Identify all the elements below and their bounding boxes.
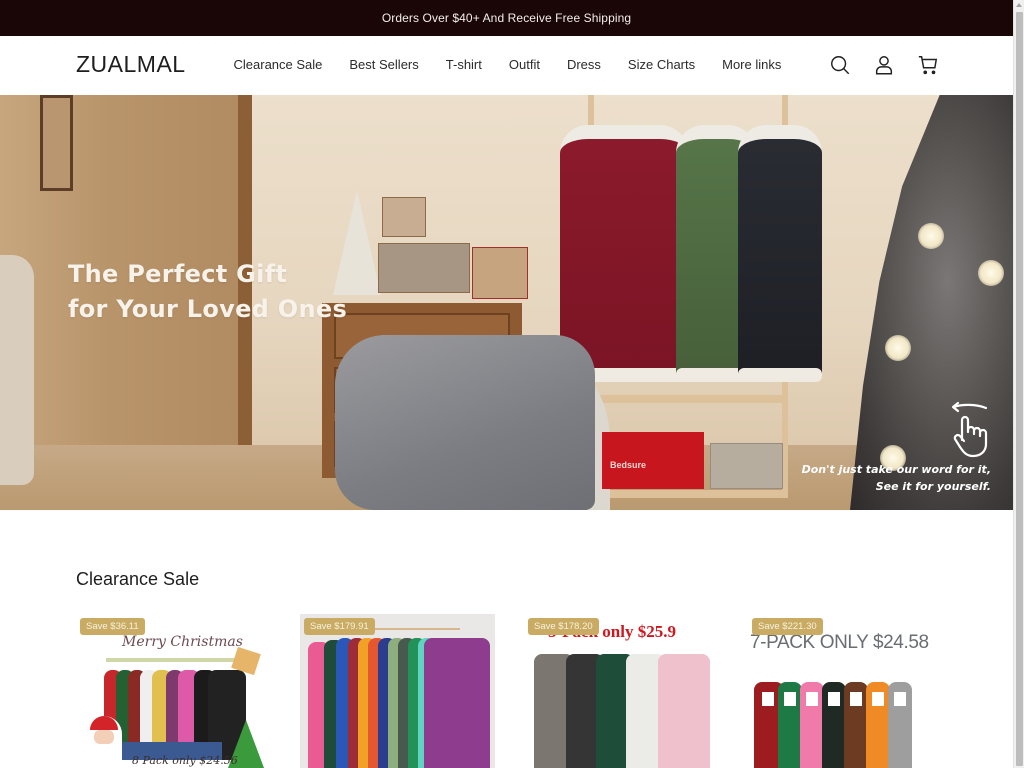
search-icon: [831, 56, 850, 75]
nav-best-sellers[interactable]: Best Sellers: [336, 57, 432, 72]
logo[interactable]: ZUALMAL: [76, 51, 186, 78]
save-badge: Save $221.30: [752, 618, 823, 635]
black-hoodie-blanket: [738, 125, 822, 382]
picture-frame: [40, 95, 73, 191]
announcement-bar: Orders Over $40+ And Receive Free Shippi…: [0, 0, 1013, 36]
nav-outfit[interactable]: Outfit: [495, 57, 553, 72]
red-hoodie-blanket: [560, 125, 688, 382]
account-button[interactable]: [872, 53, 896, 77]
gray-gift-box: [710, 443, 783, 489]
hero-caption: Don't just take our word for it, See it …: [802, 461, 991, 495]
scroll-up-arrow[interactable]: [1016, 3, 1022, 7]
product-card[interactable]: Merry Christmas 8 Pack only $24.56 Save …: [76, 612, 271, 768]
nav-t-shirt[interactable]: T-shirt: [432, 57, 495, 72]
red-gift-box: Bedsure: [602, 432, 704, 489]
nav-more-links[interactable]: More links: [709, 57, 795, 72]
garland: [106, 658, 246, 662]
product-grid: Merry Christmas 8 Pack only $24.56 Save …: [76, 612, 946, 768]
scroll-thumb[interactable]: [1016, 12, 1023, 766]
rack-shelf: [588, 490, 788, 498]
product-image: [300, 614, 495, 768]
hero-banner[interactable]: Bedsure The Perfect Gift for Your Loved …: [0, 95, 1013, 510]
account-icon: [875, 56, 893, 75]
santa: [86, 716, 122, 768]
tree-light: [978, 260, 1004, 286]
product-card[interactable]: 3-Pack only $25.9 Save $178.20: [524, 612, 719, 768]
section-title: Clearance Sale: [76, 569, 200, 589]
save-badge: Save $179.91: [304, 618, 375, 635]
gift-box: [472, 247, 528, 299]
page-scrollbar[interactable]: [1013, 0, 1024, 768]
product-card[interactable]: Save $179.91: [300, 612, 495, 768]
image-text: 8 Pack only $24.56: [132, 754, 238, 767]
save-badge: Save $36.11: [80, 618, 145, 635]
product-card[interactable]: 7-PACK ONLY $24.58 Save $221.30: [748, 612, 943, 768]
sofa: [0, 255, 34, 485]
search-button[interactable]: [828, 53, 852, 77]
site-header: ZUALMAL Clearance Sale Best Sellers T-sh…: [0, 36, 1013, 95]
rack-shelf: [588, 395, 788, 403]
gift-box: [382, 197, 426, 237]
nav-size-charts[interactable]: Size Charts: [614, 57, 708, 72]
hero-caption-line-2: See it for yourself.: [875, 480, 991, 493]
product-image: 7-PACK ONLY $24.58: [748, 612, 943, 768]
hero-title-line-1: The Perfect Gift: [68, 260, 288, 288]
nav-dress[interactable]: Dress: [553, 57, 614, 72]
box-label: Bedsure: [610, 460, 647, 470]
swipe-hand-icon: [951, 401, 988, 458]
hero-title: The Perfect Gift for Your Loved Ones: [68, 257, 347, 327]
save-badge: Save $178.20: [528, 618, 599, 635]
announcement-text: Orders Over $40+ And Receive Free Shippi…: [381, 11, 632, 25]
page: Orders Over $40+ And Receive Free Shippi…: [0, 0, 1013, 768]
main-nav: Clearance Sale Best Sellers T-shirt Outf…: [220, 57, 795, 72]
gift-box: [378, 243, 470, 293]
image-text: Merry Christmas: [122, 634, 243, 650]
image-text: 7-PACK ONLY $24.58: [750, 632, 929, 653]
product-image: 3-Pack only $25.9: [524, 612, 719, 768]
cart-button[interactable]: [916, 53, 940, 77]
nav-clearance-sale[interactable]: Clearance Sale: [220, 57, 336, 72]
gray-blanket: [335, 335, 595, 510]
product-image: Merry Christmas 8 Pack only $24.56: [76, 612, 271, 768]
hero-caption-line-1: Don't just take our word for it,: [801, 463, 991, 476]
tops: [762, 692, 912, 706]
tree-light: [918, 223, 944, 249]
cart-icon: [918, 56, 938, 75]
hero-title-line-2: for Your Loved Ones: [68, 295, 348, 323]
tree-light: [885, 335, 911, 361]
header-icons: [828, 53, 940, 77]
